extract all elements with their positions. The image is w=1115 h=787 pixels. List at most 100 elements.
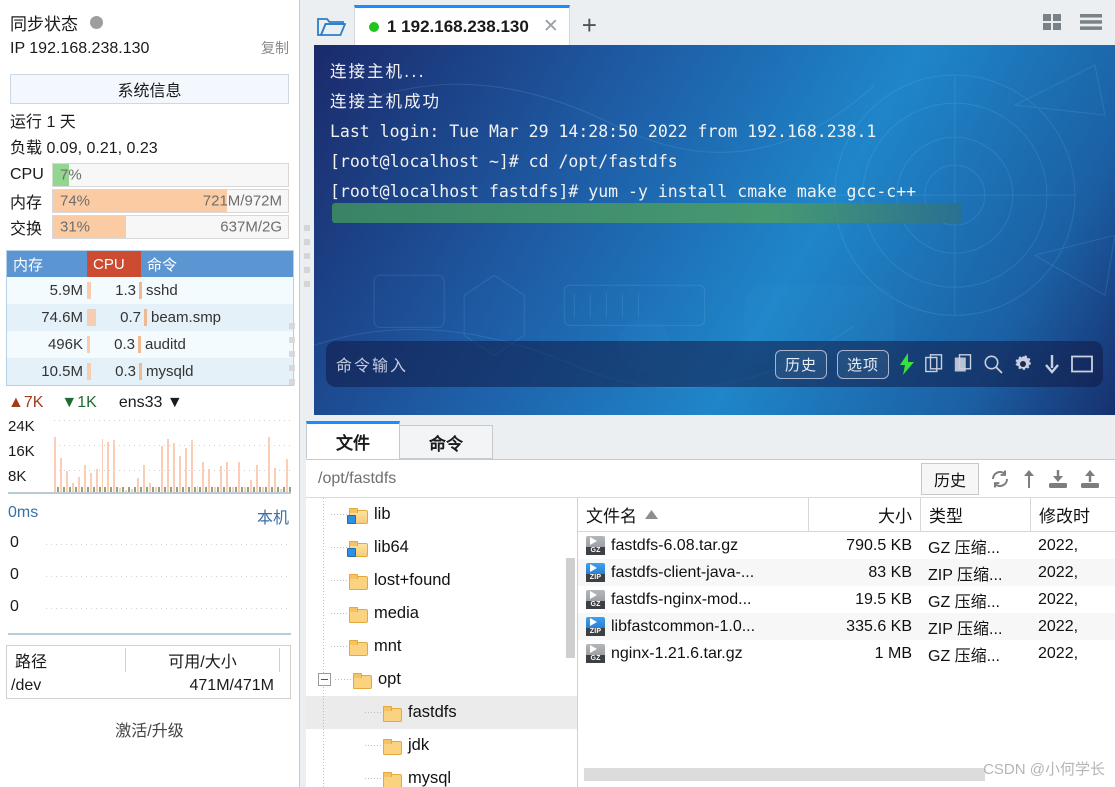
- current-path-input[interactable]: /opt/fastdfs: [312, 470, 396, 488]
- file-type: GZ 压缩...: [928, 593, 1001, 611]
- sync-status-row: 同步状态: [0, 0, 299, 38]
- file-history-button[interactable]: 历史: [920, 462, 979, 495]
- table-row[interactable]: /dev 471M/471M: [7, 674, 290, 698]
- bolt-icon[interactable]: [899, 353, 915, 375]
- network-bar-down: [217, 486, 220, 492]
- table-row[interactable]: 5.9M 1.3 sshd: [7, 277, 293, 304]
- meter-track: 7%: [52, 163, 289, 187]
- network-bar: [113, 440, 116, 492]
- upload-icon[interactable]: [1079, 468, 1101, 490]
- file-size: 790.5 KB: [846, 536, 912, 554]
- process-cmd: beam.smp: [151, 309, 222, 326]
- table-row[interactable]: GZ nginx-1.21.6.tar.gz 1 MB GZ 压缩... 2022,: [578, 640, 1115, 667]
- file-panel: 文件 命令 /opt/fastdfs 历史 lib lib64 lost+fou…: [300, 417, 1115, 787]
- terminal-scrollbar[interactable]: [300, 45, 314, 415]
- tree-node-media[interactable]: media: [306, 597, 577, 630]
- file-col-name[interactable]: 文件名: [578, 498, 808, 531]
- ping-target-label[interactable]: 本机: [257, 504, 289, 528]
- disk-col-path[interactable]: 路径: [7, 648, 125, 672]
- process-table-scrollbar[interactable]: [289, 315, 297, 415]
- refresh-icon[interactable]: [989, 468, 1011, 490]
- table-row[interactable]: 496K 0.3 auditd: [7, 331, 293, 358]
- gear-icon[interactable]: [1013, 354, 1033, 374]
- file-col-type[interactable]: 类型: [920, 498, 1030, 531]
- tree-node-opt[interactable]: opt: [306, 663, 577, 696]
- command-input-bar: 命令输入 历史 选项: [326, 341, 1103, 387]
- download-icon[interactable]: [1043, 354, 1061, 375]
- file-list-hscrollbar[interactable]: [584, 768, 985, 781]
- terminal-output-area[interactable]: 连接主机... 连接主机成功 Last login: Tue Mar 29 14:2…: [314, 45, 1115, 415]
- new-tab-button[interactable]: +: [570, 10, 609, 45]
- command-input[interactable]: 命令输入: [336, 352, 408, 376]
- network-bar-down: [193, 486, 196, 492]
- main-area: 1 192.168.238.130 ✕ + 连接主机... 连接主机成功 Las…: [300, 0, 1115, 787]
- activate-upgrade-link[interactable]: 激活/升级: [0, 699, 299, 741]
- process-cpu-bar: [144, 309, 147, 326]
- disk-col-avail[interactable]: 可用/大小: [125, 648, 280, 672]
- tree-node-fastdfs[interactable]: fastdfs: [306, 696, 577, 729]
- tree-node-mysql[interactable]: mysql: [306, 762, 577, 787]
- table-row[interactable]: ZIP libfastcommon-1.0... 335.6 KB ZIP 压缩...…: [578, 613, 1115, 640]
- file-name-cell: GZ nginx-1.21.6.tar.gz: [578, 644, 808, 663]
- close-tab-icon[interactable]: ✕: [543, 15, 559, 38]
- copy-icon[interactable]: [925, 353, 944, 375]
- copy-ip-button[interactable]: 复制: [261, 38, 289, 58]
- network-bar: [261, 487, 264, 492]
- ip-row: IP 192.168.238.130 复制: [0, 38, 299, 66]
- network-bar: [59, 457, 62, 492]
- grid-view-icon[interactable]: [1043, 12, 1067, 37]
- file-col-mtime[interactable]: 修改时: [1030, 498, 1115, 531]
- file-mtime: 2022,: [1038, 644, 1079, 662]
- file-list-header: 文件名 大小 类型 修改时: [578, 498, 1115, 532]
- network-bar: [131, 488, 134, 492]
- terminal-history-button[interactable]: 历史: [774, 349, 827, 379]
- terminal-tab[interactable]: 1 192.168.238.130 ✕: [354, 5, 570, 45]
- window-icon[interactable]: [1071, 355, 1093, 373]
- table-row[interactable]: 74.6M 0.7 beam.smp: [7, 304, 293, 331]
- network-bar-down: [276, 486, 279, 492]
- collapse-toggle-icon[interactable]: [318, 673, 331, 686]
- tab-files[interactable]: 文件: [306, 421, 400, 459]
- ping-axis-0: 0: [10, 534, 19, 551]
- folder-icon: [349, 573, 368, 590]
- hamburger-menu-icon[interactable]: [1079, 12, 1103, 37]
- sort-icon[interactable]: [1021, 468, 1037, 490]
- tree-node-mnt[interactable]: mnt: [306, 630, 577, 663]
- table-row[interactable]: 10.5M 0.3 mysqld: [7, 358, 293, 385]
- download-icon[interactable]: [1047, 468, 1069, 490]
- tree-scrollbar[interactable]: [566, 558, 575, 658]
- ping-latency-label: 0ms: [8, 504, 39, 521]
- tree-node-lost-found[interactable]: lost+found: [306, 564, 577, 597]
- file-mtime: 2022,: [1038, 590, 1079, 608]
- table-row[interactable]: GZ fastdfs-6.08.tar.gz 790.5 KB GZ 压缩... 202…: [578, 532, 1115, 559]
- process-col-mem[interactable]: 内存: [7, 251, 87, 277]
- process-col-cmd[interactable]: 命令: [141, 251, 293, 277]
- process-col-cpu[interactable]: CPU: [87, 251, 141, 277]
- folder-icon: [349, 639, 368, 656]
- network-bar-down: [288, 486, 291, 492]
- system-info-button[interactable]: 系统信息: [10, 74, 289, 104]
- table-row[interactable]: ZIP fastdfs-client-java-... 83 KB ZIP 压缩...…: [578, 559, 1115, 586]
- tree-node-jdk[interactable]: jdk: [306, 729, 577, 762]
- table-row[interactable]: GZ fastdfs-nginx-mod... 19.5 KB GZ 压缩... 202…: [578, 586, 1115, 613]
- network-y-label: 24K: [8, 418, 35, 435]
- folder-icon: [353, 672, 372, 689]
- terminal-options-button[interactable]: 选项: [836, 349, 889, 379]
- search-icon[interactable]: [983, 354, 1003, 374]
- network-interface-dropdown[interactable]: ens33 ▼: [119, 394, 183, 412]
- tree-node-lib64[interactable]: lib64: [306, 531, 577, 564]
- network-bar: [249, 479, 252, 492]
- file-col-size[interactable]: 大小: [808, 498, 920, 531]
- tree-node-lib[interactable]: lib: [306, 498, 577, 531]
- network-bar-down: [163, 486, 166, 492]
- meter-track: 74% 721M/972M: [52, 189, 289, 213]
- open-folder-icon[interactable]: [308, 15, 354, 45]
- ping-axis-2: 0: [10, 598, 19, 615]
- file-name: nginx-1.21.6.tar.gz: [611, 644, 743, 662]
- meter-row-交换: 交换 31% 637M/2G: [0, 214, 299, 240]
- terminal-line: [root@localhost ~]# cd /opt/fastdfs: [330, 152, 678, 171]
- paste-icon[interactable]: [954, 353, 973, 375]
- tab-commands[interactable]: 命令: [399, 425, 493, 459]
- file-size: 1 MB: [874, 644, 912, 662]
- network-bar-down: [157, 486, 160, 492]
